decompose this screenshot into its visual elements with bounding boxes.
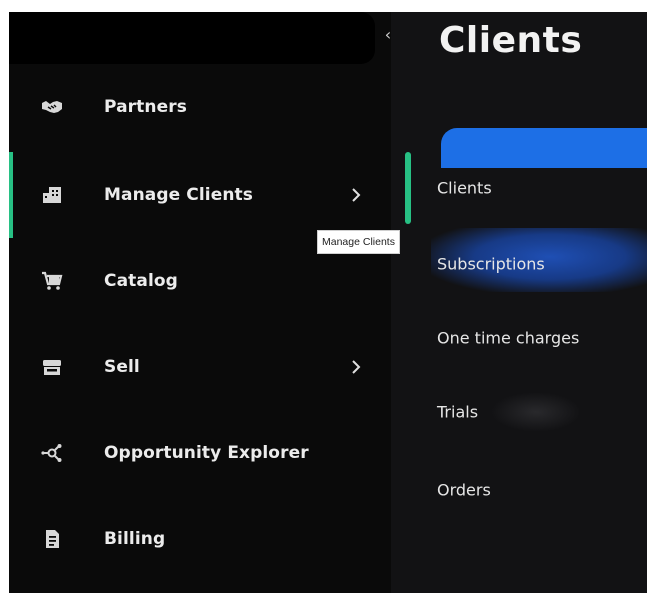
submenu-item-label: One time charges [437, 328, 580, 348]
submenu-item-label: Subscriptions [437, 254, 545, 274]
submenu-item-label: Orders [437, 480, 491, 500]
sidebar: ‹ Partners Manage Clients Catalog Sell O… [9, 12, 391, 593]
document-icon [46, 530, 59, 548]
submenu-item-label: Trials [437, 402, 479, 422]
sidebar-item-label: Catalog [104, 271, 178, 291]
submenu-item-label: Clients [437, 178, 492, 198]
sidebar-item-label: Opportunity Explorer [104, 443, 309, 463]
tooltip: Manage Clients [317, 230, 400, 254]
sidebar-item-label: Sell [104, 357, 140, 377]
sidebar-item-label: Billing [104, 529, 166, 549]
sidebar-item-billing[interactable]: Billing [9, 508, 391, 570]
sidebar-item-catalog[interactable]: Catalog [9, 250, 391, 312]
network-icon [41, 444, 62, 462]
brand-bar [9, 12, 375, 64]
submenu-header-accent [441, 128, 647, 168]
sidebar-item-partners[interactable]: Partners [9, 76, 391, 138]
submenu-item-subscriptions[interactable]: Subscriptions [437, 244, 647, 284]
submenu-active-indicator [405, 152, 411, 224]
submenu-item-one-time-charges[interactable]: One time charges [437, 318, 647, 358]
sidebar-item-opportunity-explorer[interactable]: Opportunity Explorer [9, 422, 391, 484]
submenu-item-orders[interactable]: Orders [437, 470, 647, 510]
cart-icon [42, 271, 63, 290]
submenu-item-trials[interactable]: Trials [437, 392, 647, 432]
sidebar-item-label: Manage Clients [104, 185, 253, 205]
app-frame: ‹ Partners Manage Clients Catalog Sell O… [9, 12, 647, 593]
submenu-item-clients[interactable]: Clients [437, 168, 647, 208]
handshake-icon [42, 101, 62, 113]
store-icon [43, 360, 61, 375]
sidebar-item-sell[interactable]: Sell [9, 336, 391, 398]
sidebar-item-manage-clients[interactable]: Manage Clients [9, 164, 391, 226]
chevron-right-icon [352, 360, 361, 374]
sidebar-item-label: Partners [104, 97, 187, 117]
building-icon [43, 187, 61, 203]
chevron-right-icon [352, 188, 361, 202]
submenu-title: Clients [439, 20, 583, 61]
submenu-panel: Clients Clients Subscriptions One time c… [391, 12, 647, 593]
